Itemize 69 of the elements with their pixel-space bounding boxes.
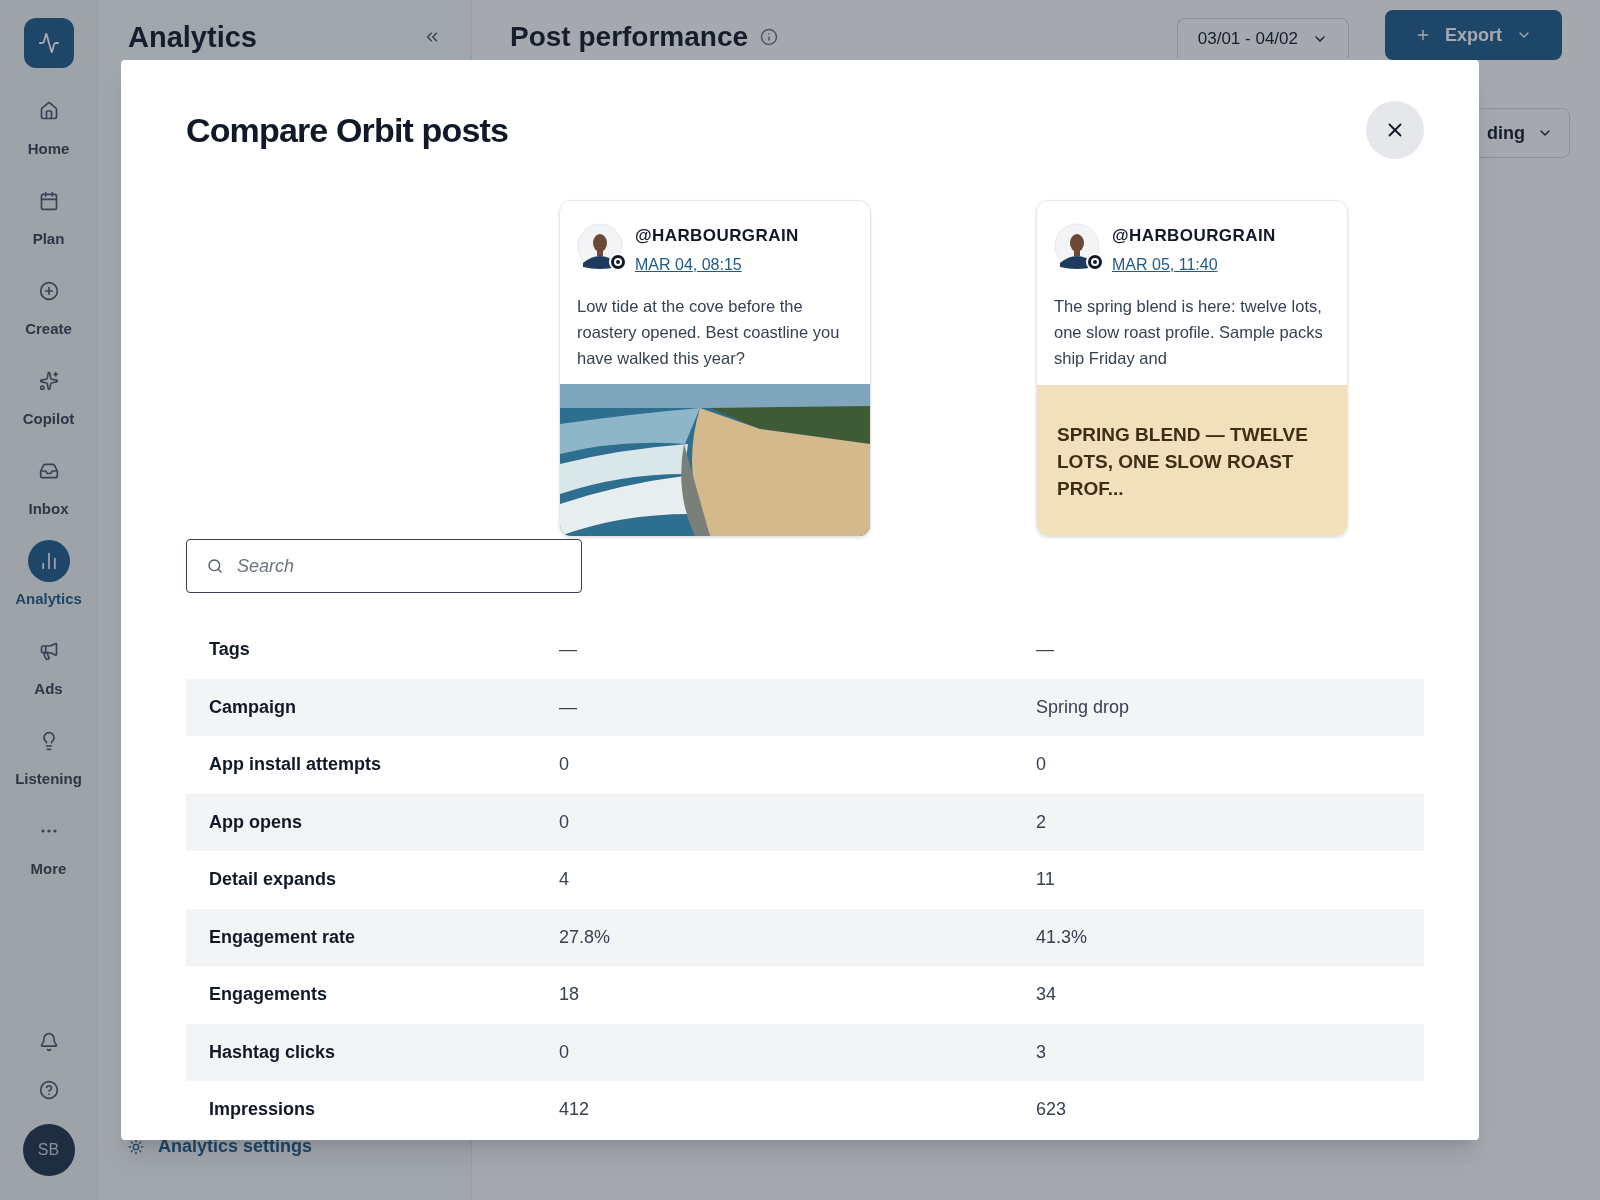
metric-label: Tags	[208, 638, 251, 662]
metric-value: 18	[559, 983, 580, 1007]
info-icon	[760, 28, 779, 46]
sidebar-item[interactable]: Analytics	[2, 540, 95, 630]
avatar-icon	[577, 223, 623, 269]
plus-circle-icon	[38, 281, 59, 301]
text-banner: SPRING BLEND — TWELVE LOTS, ONE SLOW ROAST PROF...	[1037, 385, 1347, 536]
metric-value: 34	[1036, 983, 1057, 1007]
post-date-link[interactable]: MAR 05, 11:40	[1112, 252, 1218, 277]
metric-value: 2	[1036, 810, 1046, 834]
logo-icon	[23, 18, 74, 68]
metric-label: Hashtag clicks	[208, 1040, 337, 1064]
metric-label: Engagements	[208, 983, 329, 1007]
bar-chart-icon	[27, 540, 70, 582]
metric-value: 27.8%	[559, 925, 611, 949]
search-field[interactable]: Search	[186, 539, 582, 593]
date-range-picker[interactable]: 03/01 - 04/02	[1176, 18, 1349, 58]
page-title: Post performance	[510, 22, 749, 52]
inbox-icon	[38, 461, 59, 481]
more-icon	[40, 829, 57, 833]
search-input[interactable]: Search	[237, 552, 561, 580]
post-text: The spring blend is here: twelve lots, one slow roast profile. Sample packs ship Friday and	[1054, 295, 1324, 369]
post-text: Low tide at the cove before the roastery opened. Best coastline you have walked this year?	[577, 295, 841, 369]
settings-icon	[128, 1138, 144, 1155]
panel-title: Analytics	[128, 22, 257, 52]
metric-value: 11	[1036, 868, 1055, 892]
metric-value: 3	[1036, 1040, 1046, 1064]
sparkles-icon	[38, 371, 59, 391]
metric-label: Impressions	[208, 1098, 317, 1122]
metric-label: Detail expands	[208, 868, 338, 892]
post-date-link[interactable]: MAR 04, 08:15	[635, 252, 742, 277]
metric-value: 4	[559, 868, 569, 892]
sidebar-item[interactable]: More	[2, 810, 95, 900]
plus-icon	[1415, 27, 1431, 43]
bell-icon[interactable]	[38, 1032, 59, 1052]
sidebar-item[interactable]: Create	[2, 270, 95, 360]
sidebar-item[interactable]: Home	[2, 90, 95, 180]
metric-value: —	[559, 638, 577, 662]
sidebar-item[interactable]: Ads	[2, 630, 95, 720]
metric-label: App opens	[208, 810, 303, 834]
metric-value: 0	[1036, 753, 1046, 777]
sidebar-item[interactable]: Inbox	[2, 450, 95, 540]
settings-link[interactable]: Analytics settings	[128, 1133, 441, 1160]
avatar-icon	[1054, 223, 1100, 269]
metric-value: —	[1036, 638, 1054, 662]
metric-label: Engagement rate	[208, 925, 357, 949]
metric-label: App install attempts	[208, 753, 383, 777]
user-avatar[interactable]: SB	[22, 1124, 75, 1176]
metric-value: 0	[559, 1040, 569, 1064]
metric-value: Spring drop	[1036, 695, 1130, 719]
search-icon	[207, 558, 223, 574]
dialog-title: Compare Orbit posts	[186, 109, 508, 151]
metric-value: 623	[1036, 1098, 1067, 1122]
metric-label: Campaign	[208, 695, 297, 719]
metric-value: 0	[559, 753, 569, 777]
post-handle: @HARBOURGRAIN	[1112, 225, 1276, 247]
metric-value: 0	[559, 810, 569, 834]
metric-value: 412	[559, 1098, 590, 1122]
sidebar-item[interactable]: Plan	[2, 180, 95, 270]
sidebar-item[interactable]: Copilot	[2, 360, 95, 450]
post-handle: @HARBOURGRAIN	[635, 225, 799, 247]
sidebar-item[interactable]: Listening	[2, 720, 95, 810]
help-icon[interactable]	[38, 1080, 59, 1100]
metric-value: 41.3%	[1036, 925, 1088, 949]
export-button[interactable]: Export	[1385, 10, 1562, 60]
megaphone-icon	[38, 641, 59, 661]
metric-value: —	[559, 695, 577, 719]
home-icon	[38, 101, 59, 121]
calendar-icon	[38, 191, 59, 211]
